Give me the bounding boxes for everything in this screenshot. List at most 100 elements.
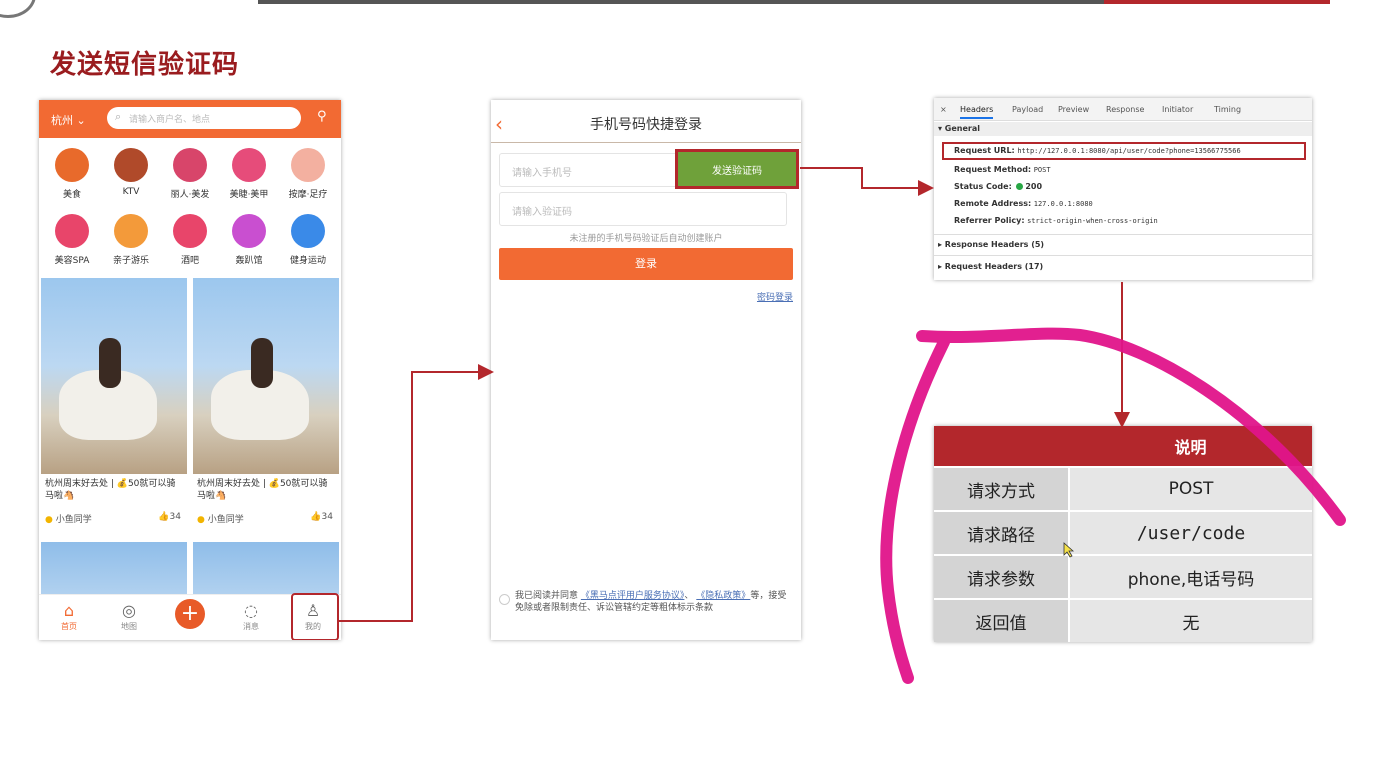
feed-card[interactable]: 杭州周末好去处 | 💰50就可以骑马啦🐴 ● 小鱼同学 👍34 [193,278,339,530]
category-label: 美睫·美甲 [229,190,269,200]
row-key: 请求方式 [934,466,1070,511]
tab-payload[interactable]: Payload [1012,105,1043,114]
message-icon: ◌ [244,601,258,620]
agree-radio[interactable] [499,594,510,605]
tab-map[interactable]: ◎ 地图 [99,601,159,632]
tab-label: 消息 [243,622,259,631]
category-label: 丽人·美发 [170,190,210,200]
row-value: strict-origin-when-cross-origin [1027,217,1158,225]
agree-prefix: 我已阅读并同意 [515,591,579,601]
row-value: /user/code [1069,510,1312,555]
category-item[interactable]: 亲子游乐 [102,210,160,276]
category-item[interactable]: 丽人·美发 [161,144,219,210]
remote-address-row: Remote Address: 127.0.0.1:8080 [954,199,1093,208]
category-item[interactable]: 美睫·美甲 [220,144,278,210]
author-avatar-icon: ● [45,515,53,525]
category-item[interactable]: 按摩·足疗 [279,144,337,210]
service-agreement-link[interactable]: 《黑马点评用户服务协议》 [581,591,685,601]
thumb-up-icon: 👍 [158,512,170,522]
home-header: 杭州 ⌄ ⌕ 请输入商户名、地点 ⚲ [39,100,341,138]
category-icon [173,214,207,248]
phone-placeholder: 请输入手机号 [512,168,572,179]
tab-label: 首页 [61,622,77,631]
tab-initiator[interactable]: Initiator [1162,105,1193,114]
close-icon[interactable]: × [940,105,947,114]
table-header-row: 说明 [934,426,1312,467]
divider [934,234,1312,235]
card-image [193,278,339,474]
category-icon [114,148,148,182]
card-image-partial[interactable] [41,542,187,600]
logo-arc [0,0,36,18]
category-item[interactable]: 健身运动 [279,210,337,276]
send-code-button[interactable]: 发送验证码 [675,149,799,189]
card-meta: ● 小鱼同学 👍34 [193,508,339,530]
row-value: 无 [1069,598,1312,642]
category-label: 美容SPA [54,256,90,266]
category-item[interactable]: 美容SPA [43,210,101,276]
like-button[interactable]: 👍34 [158,512,181,522]
response-headers-toggle[interactable]: ▸ Response Headers (5) [938,240,1044,249]
category-item[interactable]: 轰趴馆 [220,210,278,276]
like-button[interactable]: 👍34 [310,512,333,522]
row-key: 请求路径 [934,510,1070,555]
general-section-toggle[interactable]: ▾ General [934,122,1312,136]
tab-response[interactable]: Response [1106,105,1144,114]
devtools-tabs: × Headers Payload Preview Response Initi… [934,98,1312,121]
category-label: KTV [122,187,140,197]
search-icon: ⌕ [115,110,122,123]
plus-icon[interactable]: + [175,599,205,629]
password-login-link[interactable]: 密码登录 [757,290,793,303]
code-input[interactable]: 请输入验证码 [499,192,787,226]
table-row: 请求路径 /user/code [934,510,1312,555]
category-item[interactable]: KTV [102,144,160,210]
request-headers-toggle[interactable]: ▸ Request Headers (17) [938,262,1043,271]
category-icon [114,214,148,248]
tab-preview[interactable]: Preview [1058,105,1089,114]
row-label: Remote Address: [954,199,1032,208]
tab-home[interactable]: ⌂ 首页 [39,601,99,632]
home-screen: 杭州 ⌄ ⌕ 请输入商户名、地点 ⚲ 美食 KTV 丽人·美发 美睫·美甲 按摩·足疗美… [39,100,341,640]
login-button[interactable]: 登录 [499,248,793,280]
chevron-down-icon: ⌄ [76,114,86,127]
row-value: phone,电话号码 [1069,554,1312,599]
category-label: 健身运动 [289,256,326,266]
row-value: http://127.0.0.1:8080/api/user/code?phon… [1017,147,1241,155]
category-item[interactable]: 酒吧 [161,210,219,276]
privacy-policy-link[interactable]: 《隐私政策》 [696,591,750,601]
row-value: 127.0.0.1:8080 [1033,200,1093,208]
category-icon [55,148,89,182]
code-placeholder: 请输入验证码 [512,207,572,218]
card-author: 小鱼同学 [55,515,92,525]
tab-timing[interactable]: Timing [1214,105,1241,114]
thumb-up-icon: 👍 [310,512,322,522]
table-row: 请求方式 POST [934,466,1312,511]
request-url-row: Request URL: http://127.0.0.1:8080/api/u… [954,146,1241,155]
agree-separator: 、 [684,591,694,601]
map-icon: ◎ [122,601,136,620]
tab-message[interactable]: ◌ 消息 [221,601,281,632]
card-title: 杭州周末好去处 | 💰50就可以骑马啦🐴 [45,479,176,501]
tab-headers[interactable]: Headers [960,105,994,119]
header-divider-accent [1104,0,1330,4]
page-title: 手机号码快捷登录 [590,117,702,133]
card-image-partial[interactable] [193,542,339,600]
bottom-tabbar: ⌂ 首页 ◎ 地图 + ◌ 消息 ♙ 我的 [39,593,341,640]
category-icon [173,148,207,182]
row-key: 请求参数 [934,554,1070,599]
login-screen: ‹ 手机号码快捷登录 请输入手机号 发送验证码 请输入验证码 未注册的手机号码验… [491,100,801,640]
home-icon: ⌂ [63,601,75,620]
request-method-row: Request Method: POST [954,165,1051,174]
feed-card[interactable]: 杭州周末好去处 | 💰50就可以骑马啦🐴 ● 小鱼同学 👍34 [41,278,187,530]
category-item[interactable]: 美食 [43,144,101,210]
table-header: 说明 [1069,426,1312,467]
category-label: 美食 [62,190,81,200]
search-input[interactable]: ⌕ 请输入商户名、地点 [107,107,301,129]
like-count: 34 [169,512,181,522]
tab-label: 地图 [121,622,137,631]
like-count: 34 [321,512,333,522]
category-icon [291,214,325,248]
city-selector[interactable]: 杭州 ⌄ [51,112,86,128]
category-icon [291,148,325,182]
location-icon[interactable]: ⚲ [317,109,327,124]
